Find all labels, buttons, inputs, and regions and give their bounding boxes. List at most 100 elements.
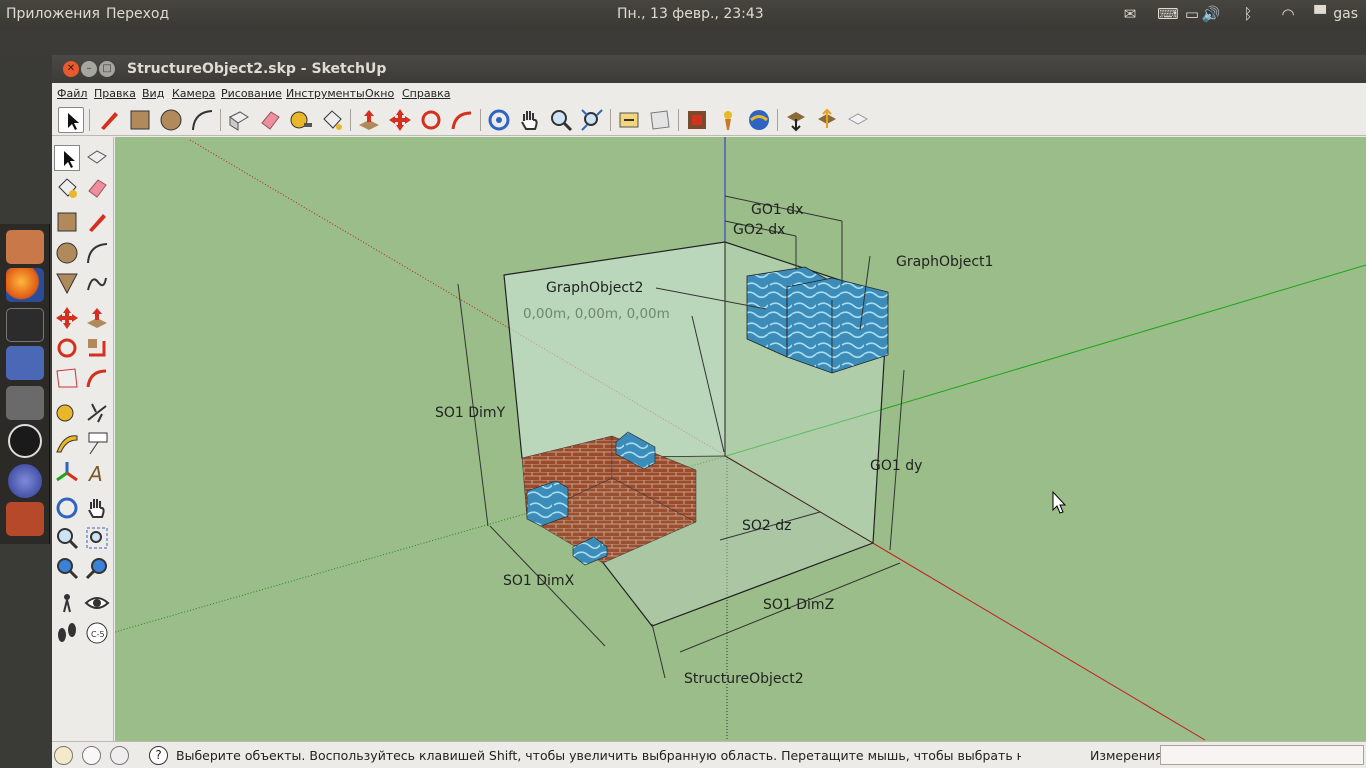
anchor-app-icon[interactable] xyxy=(6,230,44,264)
dimension-tool-icon[interactable] xyxy=(84,400,110,426)
freehand-tool-icon[interactable] xyxy=(84,270,110,296)
box-left-wall xyxy=(504,242,725,458)
share-component-icon[interactable] xyxy=(845,107,871,133)
circle-tool-icon[interactable] xyxy=(54,240,80,266)
label-so1-dimz: SO1 DimZ xyxy=(763,597,834,613)
help-icon[interactable]: ? xyxy=(149,746,168,765)
zoom-icon[interactable] xyxy=(548,107,574,133)
text-tool-icon[interactable] xyxy=(84,430,110,456)
select-tool-icon[interactable] xyxy=(58,107,84,133)
mail-icon[interactable]: ✉ xyxy=(1120,5,1140,23)
follow-me-tool-icon[interactable] xyxy=(84,335,110,361)
paint-tool-icon[interactable] xyxy=(54,175,80,201)
menu-edit[interactable]: Правка xyxy=(94,87,136,100)
chat-icon[interactable]: ▀ xyxy=(1310,5,1330,23)
menu-window[interactable]: Окно xyxy=(365,87,394,100)
credits-icon[interactable] xyxy=(82,746,101,765)
protractor-tool-icon[interactable] xyxy=(54,430,80,456)
wifi-icon[interactable]: ◠ xyxy=(1278,5,1298,23)
menu-view[interactable]: Вид xyxy=(142,87,164,100)
component-tool-icon[interactable] xyxy=(84,145,110,171)
places-menu[interactable]: Переход xyxy=(106,6,169,22)
get-models-icon[interactable] xyxy=(783,107,809,133)
applications-menu[interactable]: Приложения xyxy=(6,6,100,22)
section-plane-icon[interactable]: C-5 xyxy=(84,620,110,646)
pan-tool-icon[interactable] xyxy=(84,495,110,521)
position-camera-icon[interactable] xyxy=(54,590,80,616)
close-icon[interactable]: ✕ xyxy=(63,61,79,77)
maximize-icon[interactable]: □ xyxy=(99,61,115,77)
orbit-tool-icon[interactable] xyxy=(54,495,80,521)
arc-tool-icon[interactable] xyxy=(84,240,110,266)
add-location-icon[interactable] xyxy=(684,107,710,133)
move-icon[interactable] xyxy=(387,107,413,133)
scale-tool-icon[interactable] xyxy=(54,365,80,391)
zoom-extents-icon[interactable] xyxy=(579,107,605,133)
paint-bucket-icon[interactable] xyxy=(319,107,345,133)
menu-tools[interactable]: Инструменты xyxy=(286,87,365,100)
drawing-viewport[interactable]: GO1 dx GO2 dx GraphObject1 GraphObject2 … xyxy=(115,137,1366,741)
tape-tool-icon[interactable] xyxy=(54,400,80,426)
menu-file[interactable]: Файл xyxy=(57,87,87,100)
label-so2-dz: SO2 dz xyxy=(742,518,792,534)
label-go1-dy: GO1 dy xyxy=(870,458,922,474)
battery-icon[interactable]: ▭ xyxy=(1182,5,1202,23)
zoom-tool-icon[interactable] xyxy=(54,525,80,551)
user-account-icon[interactable] xyxy=(110,746,129,765)
sketchup-launcher-icon[interactable] xyxy=(6,346,44,380)
line-tool-icon[interactable] xyxy=(84,209,110,235)
push-pull-tool-icon[interactable] xyxy=(84,305,110,331)
rotate-icon[interactable] xyxy=(418,107,444,133)
eclipse-icon[interactable] xyxy=(8,464,42,498)
next-tool-icon[interactable] xyxy=(84,555,110,581)
rectangle-icon[interactable] xyxy=(127,107,153,133)
rotate-tool-icon[interactable] xyxy=(54,335,80,361)
user-menu[interactable]: gas xyxy=(1333,6,1358,22)
pencil-icon[interactable] xyxy=(96,107,122,133)
3d-text-tool-icon[interactable]: A xyxy=(84,460,110,486)
follow-me-icon[interactable] xyxy=(449,107,475,133)
menu-help[interactable]: Справка xyxy=(402,87,450,100)
tape-measure-icon[interactable] xyxy=(288,107,314,133)
minimize-icon[interactable]: – xyxy=(81,61,97,77)
previous-tool-icon[interactable] xyxy=(54,555,80,581)
orbit-icon[interactable] xyxy=(486,107,512,133)
look-around-icon[interactable] xyxy=(84,590,110,616)
unity-launcher xyxy=(0,224,50,544)
keyboard-icon[interactable]: ⌨ xyxy=(1156,5,1180,23)
bluetooth-icon[interactable]: ᛒ xyxy=(1238,5,1258,23)
f-app-icon[interactable] xyxy=(8,424,42,458)
select-tool-left-icon[interactable] xyxy=(54,145,80,171)
rectangle-tool-icon[interactable] xyxy=(54,209,80,235)
axes-tool-icon[interactable] xyxy=(54,460,80,486)
system-top-panel: Приложения Переход Пн., 13 февр., 23:43 … xyxy=(0,0,1366,29)
clock[interactable]: Пн., 13 февр., 23:43 xyxy=(617,6,764,22)
menu-draw[interactable]: Рисование xyxy=(221,87,282,100)
pan-hand-icon[interactable] xyxy=(517,107,543,133)
circle-icon[interactable] xyxy=(158,107,184,133)
toggle-terrain-icon[interactable] xyxy=(715,107,741,133)
offset-tool-icon[interactable] xyxy=(84,365,110,391)
firefox-icon[interactable] xyxy=(6,268,44,302)
move-tool-icon[interactable] xyxy=(54,305,80,331)
push-pull-icon[interactable] xyxy=(356,107,382,133)
polygon-tool-icon[interactable] xyxy=(54,270,80,296)
geolocation-icon[interactable] xyxy=(54,746,73,765)
previous-view-icon[interactable] xyxy=(616,107,642,133)
volume-icon[interactable]: 🔊 xyxy=(1201,5,1221,23)
next-view-icon[interactable] xyxy=(647,107,673,133)
zoom-window-tool-icon[interactable] xyxy=(84,525,110,551)
arc-icon[interactable] xyxy=(189,107,215,133)
eraser-tool-icon[interactable] xyxy=(84,175,110,201)
share-model-icon[interactable] xyxy=(814,107,840,133)
eraser-icon[interactable] xyxy=(257,107,283,133)
google-earth-icon[interactable] xyxy=(746,107,772,133)
menu-bar: Файл Правка Вид Камера Рисование Инструм… xyxy=(52,83,1366,104)
make-component-icon[interactable] xyxy=(226,107,252,133)
walk-icon[interactable] xyxy=(54,620,80,646)
editor-app-icon[interactable] xyxy=(6,502,44,536)
installer-icon[interactable] xyxy=(6,386,44,420)
menu-camera[interactable]: Камера xyxy=(172,87,215,100)
terminal-icon[interactable] xyxy=(6,308,44,342)
measurements-field[interactable] xyxy=(1160,745,1364,765)
